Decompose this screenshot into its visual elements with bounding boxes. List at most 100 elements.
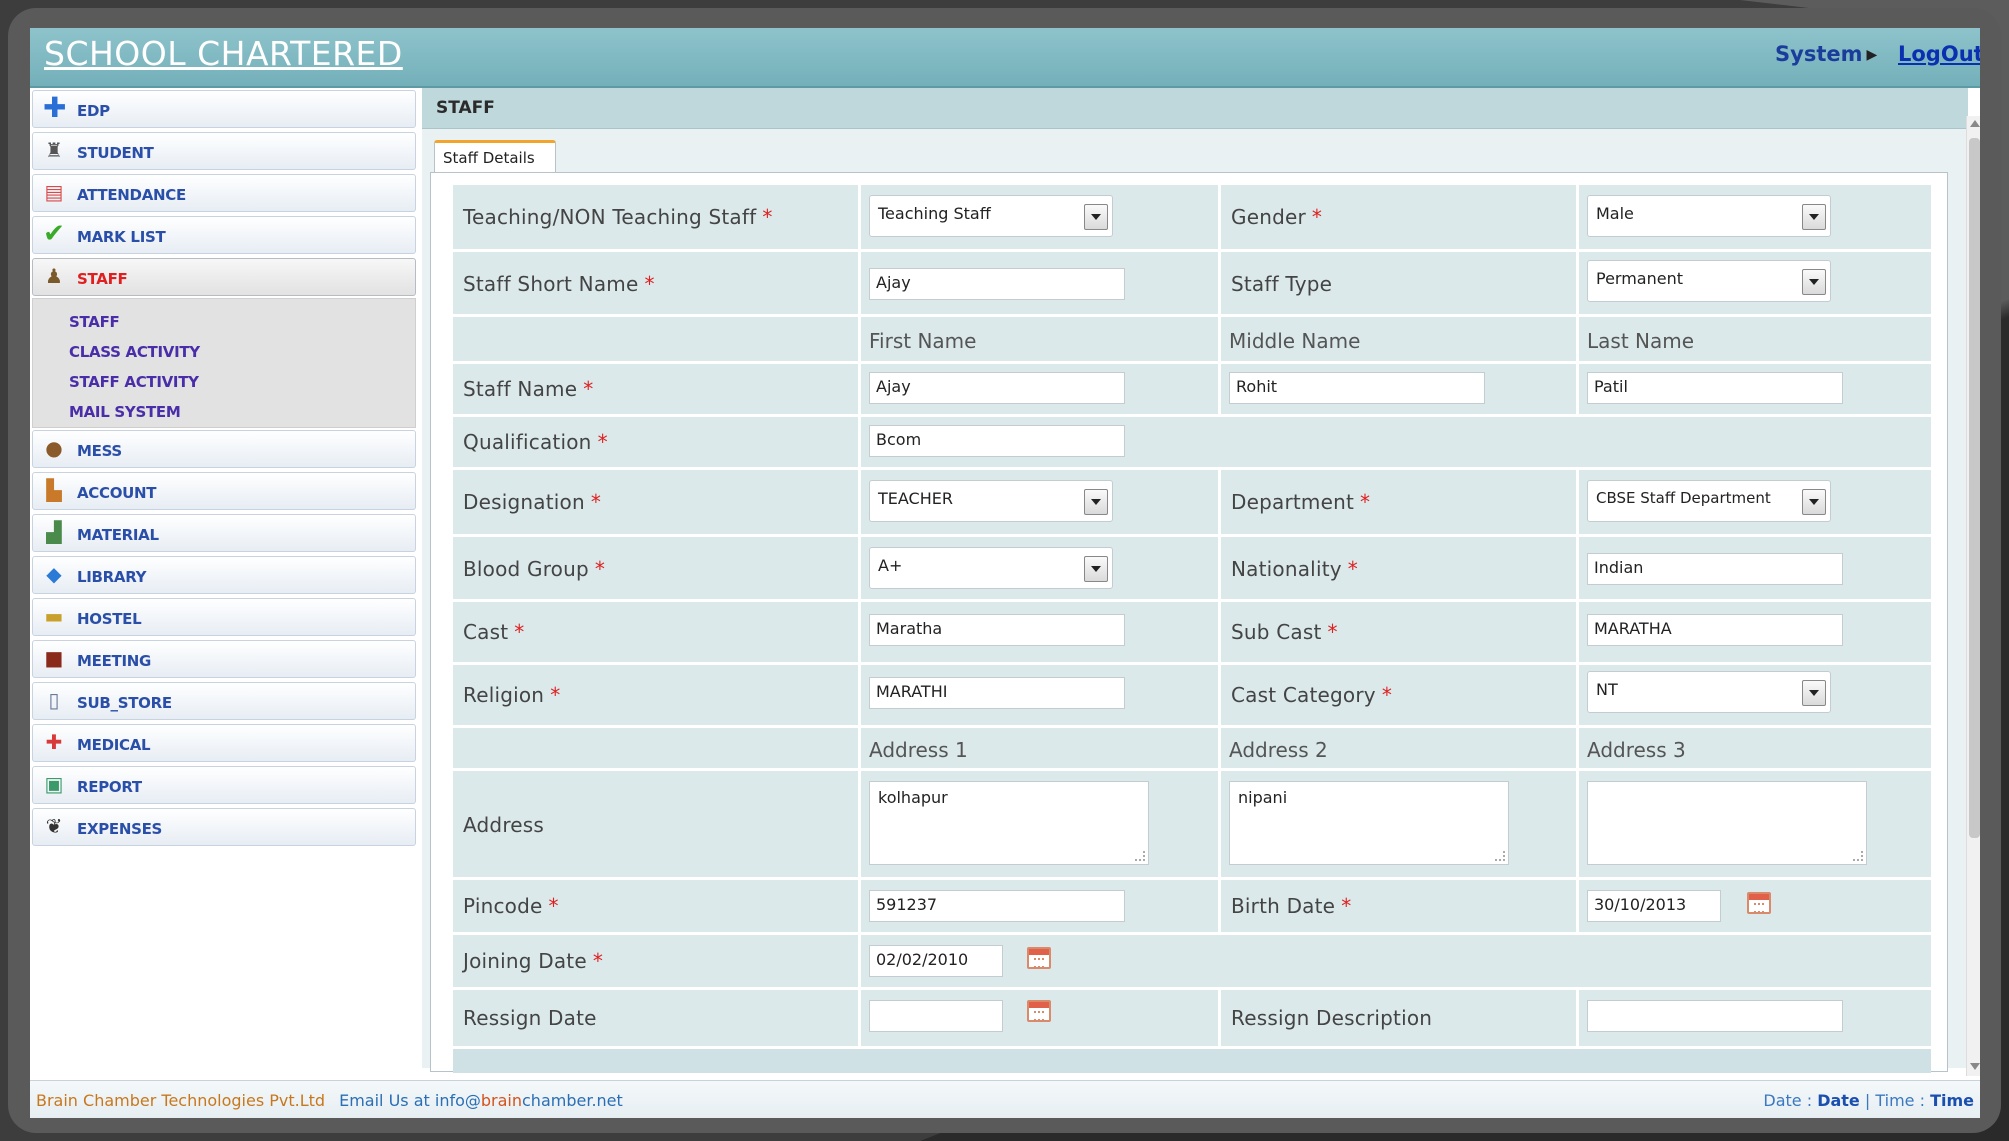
first-name-input[interactable]: Ajay bbox=[869, 372, 1125, 404]
label-text: Cast Category bbox=[1231, 683, 1376, 707]
sidebar-item-medical[interactable]: ✚ MEDICAL bbox=[32, 724, 416, 762]
last-name-header: Last Name bbox=[1587, 329, 1695, 353]
scrollbar-thumb[interactable] bbox=[1969, 138, 1980, 838]
input-cell: Bcom bbox=[861, 417, 1931, 467]
label-cell: Joining Date * bbox=[453, 935, 861, 987]
designation-select[interactable]: TEACHER bbox=[869, 480, 1113, 522]
short-name-input[interactable]: Ajay bbox=[869, 268, 1125, 300]
address-label: Address bbox=[463, 813, 545, 837]
department-select[interactable]: CBSE Staff Department bbox=[1587, 480, 1831, 522]
header-cell: Address 3 bbox=[1579, 728, 1931, 768]
input-cell: NT bbox=[1579, 665, 1931, 725]
sidebar-item-mark-list[interactable]: ✔ MARK LIST bbox=[32, 216, 416, 254]
scroll-up-icon[interactable] bbox=[1970, 120, 1980, 127]
sidebar-item-expenses[interactable]: ❦ EXPENSES bbox=[32, 808, 416, 846]
middle-name-header: Middle Name bbox=[1229, 329, 1361, 353]
staff-type-select[interactable]: Permanent bbox=[1587, 260, 1831, 302]
chevron-down-icon[interactable] bbox=[1084, 204, 1108, 230]
sidebar-item-edp[interactable]: ✚ EDP bbox=[32, 90, 416, 128]
submenu-item-class-activity[interactable]: CLASS ACTIVITY bbox=[69, 343, 200, 361]
label-cell: Department * bbox=[1221, 470, 1579, 534]
sidebar-item-staff[interactable]: ♟ STAFF bbox=[32, 258, 416, 296]
address3-textarea[interactable] bbox=[1587, 781, 1867, 865]
chevron-down-icon[interactable] bbox=[1802, 269, 1826, 295]
label-cell: Qualification * bbox=[453, 417, 861, 467]
ressign-description-input[interactable] bbox=[1587, 1000, 1843, 1032]
label-cell: Birth Date * bbox=[1221, 880, 1579, 932]
chevron-down-icon[interactable] bbox=[1802, 204, 1826, 230]
submenu-item-staff[interactable]: STAFF bbox=[69, 313, 120, 331]
required-mark: * bbox=[550, 683, 561, 707]
teaching-staff-select[interactable]: Teaching Staff bbox=[869, 195, 1113, 237]
scroll-down-icon[interactable] bbox=[1970, 1063, 1980, 1070]
calendar-icon[interactable] bbox=[1027, 1000, 1051, 1022]
chevron-down-icon[interactable] bbox=[1084, 489, 1108, 515]
sidebar-item-mess[interactable]: ● MESS bbox=[32, 430, 416, 468]
system-menu[interactable]: System ▶ bbox=[1775, 42, 1877, 66]
ressign-date-label: Ressign Date bbox=[463, 1006, 597, 1030]
label-text: Religion bbox=[463, 683, 545, 707]
required-mark: * bbox=[594, 557, 606, 581]
joining-date-input[interactable]: 02/02/2010 bbox=[869, 945, 1003, 977]
input-cell: Maratha bbox=[861, 602, 1221, 662]
qualification-input[interactable]: Bcom bbox=[869, 425, 1125, 457]
cast-input[interactable]: Maratha bbox=[869, 614, 1125, 646]
tab-staff-details[interactable]: Staff Details bbox=[434, 140, 556, 172]
label-text: Designation bbox=[463, 490, 585, 514]
footer-datetime: Date : Date | Time : Time bbox=[1763, 1091, 1974, 1110]
logout-link[interactable]: LogOut bbox=[1898, 42, 1980, 66]
required-mark: * bbox=[1347, 557, 1358, 581]
label-text: Department bbox=[1231, 490, 1355, 514]
sidebar-item-label: MARK LIST bbox=[77, 228, 166, 246]
sidebar-item-account[interactable]: ▙ ACCOUNT bbox=[32, 472, 416, 510]
label-cell bbox=[453, 728, 861, 768]
vertical-scrollbar[interactable] bbox=[1966, 116, 1980, 1076]
last-name-input[interactable]: Patil bbox=[1587, 372, 1843, 404]
sidebar-item-hostel[interactable]: ▬ HOSTEL bbox=[32, 598, 416, 636]
ressign-date-input[interactable] bbox=[869, 1000, 1003, 1032]
middle-name-input[interactable]: Rohit bbox=[1229, 372, 1485, 404]
sidebar-item-sub-store[interactable]: ▯ SUB_STORE bbox=[32, 682, 416, 720]
input-cell: Ajay bbox=[861, 252, 1221, 314]
sidebar-item-report[interactable]: ▣ REPORT bbox=[32, 766, 416, 804]
form-row bbox=[453, 1049, 1931, 1073]
email-link[interactable]: Email Us at info@brainchamber.net bbox=[339, 1091, 623, 1110]
address2-textarea[interactable]: nipani bbox=[1229, 781, 1509, 865]
sidebar-item-label: EXPENSES bbox=[77, 820, 163, 838]
form-row: Address 1 Address 2 Address 3 bbox=[453, 728, 1931, 768]
required-mark: * bbox=[762, 205, 773, 229]
company-name: Brain Chamber Technologies Pvt.Ltd bbox=[36, 1091, 326, 1110]
sidebar-item-attendance[interactable]: ▤ ATTENDANCE bbox=[32, 174, 416, 212]
sidebar-item-student[interactable]: ♜ STUDENT bbox=[32, 132, 416, 170]
input-cell: nipani bbox=[1221, 771, 1579, 877]
address1-textarea[interactable]: kolhapur bbox=[869, 781, 1149, 865]
chevron-down-icon[interactable] bbox=[1802, 489, 1826, 515]
birth-date-input[interactable]: 30/10/2013 bbox=[1587, 890, 1721, 922]
submenu-item-mail-system[interactable]: MAIL SYSTEM bbox=[69, 403, 181, 421]
religion-input[interactable]: MARATHI bbox=[869, 677, 1125, 709]
select-value: A+ bbox=[878, 556, 903, 575]
blood-group-select[interactable]: A+ bbox=[869, 547, 1113, 589]
label-cell: Gender * bbox=[1221, 185, 1579, 249]
sidebar-item-label: STAFF bbox=[77, 270, 128, 288]
gender-select[interactable]: Male bbox=[1587, 195, 1831, 237]
sidebar-item-label: SUB_STORE bbox=[77, 694, 172, 712]
form-row: Staff Short Name * Ajay Staff Type Perman… bbox=[453, 252, 1931, 314]
label-cell: Cast * bbox=[453, 602, 861, 662]
required-mark: * bbox=[590, 490, 602, 514]
sidebar-item-material[interactable]: ▟ MATERIAL bbox=[32, 514, 416, 552]
app-title[interactable]: SCHOOL CHARTERED bbox=[44, 34, 403, 73]
sidebar-item-label: ATTENDANCE bbox=[77, 186, 186, 204]
calendar-icon[interactable] bbox=[1027, 947, 1051, 969]
cast-category-select[interactable]: NT bbox=[1587, 671, 1831, 713]
calendar-icon[interactable] bbox=[1747, 892, 1771, 914]
chevron-down-icon[interactable] bbox=[1084, 556, 1108, 582]
submenu-item-staff-activity[interactable]: STAFF ACTIVITY bbox=[69, 373, 199, 391]
chevron-down-icon[interactable] bbox=[1802, 680, 1826, 706]
sidebar-item-library[interactable]: ◆ LIBRARY bbox=[32, 556, 416, 594]
input-cell bbox=[861, 990, 1221, 1046]
sidebar-item-meeting[interactable]: ■ MEETING bbox=[32, 640, 416, 678]
pincode-input[interactable]: 591237 bbox=[869, 890, 1125, 922]
sub-cast-input[interactable]: MARATHA bbox=[1587, 614, 1843, 646]
nationality-input[interactable]: Indian bbox=[1587, 553, 1843, 585]
